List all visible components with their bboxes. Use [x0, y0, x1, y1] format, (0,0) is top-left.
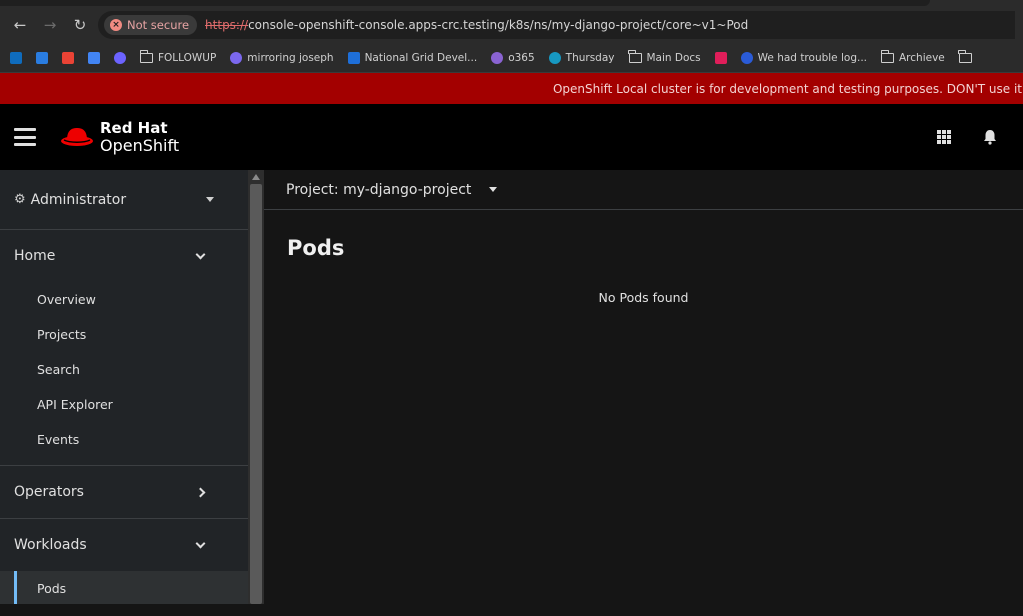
perspective-label: Administrator: [30, 191, 127, 208]
browser-tabstrip: [0, 0, 1023, 6]
salesforce-icon: [548, 52, 561, 64]
folder-icon: [958, 50, 972, 63]
bookmark-archieve[interactable]: Archieve: [875, 49, 951, 67]
azure-devops-icon: [347, 52, 360, 64]
sidebar-item-api-explorer[interactable]: API Explorer: [0, 387, 248, 422]
address-bar[interactable]: × Not secure https://console-openshift-c…: [98, 11, 1015, 39]
hamburger-menu-icon[interactable]: [14, 128, 36, 146]
sidebar-item-pods[interactable]: Pods: [0, 571, 248, 604]
project-selector[interactable]: Project: my-django-project: [264, 170, 1023, 210]
teams-icon: [36, 52, 48, 64]
banner-text: OpenShift Local cluster is for developme…: [552, 81, 1022, 96]
dev-cluster-banner: OpenShift Local cluster is for developme…: [0, 73, 1023, 104]
bookmarks-bar: FOLLOWUP mirroring joseph National Grid …: [0, 44, 1023, 73]
bookmark-calendar[interactable]: [82, 49, 106, 67]
nav-section-label: Operators: [14, 484, 84, 500]
gmail-icon: [62, 52, 74, 64]
slack-icon: [714, 52, 727, 64]
caret-down-icon: [489, 187, 498, 192]
o365-icon: [491, 52, 504, 64]
teams-icon: [230, 52, 243, 64]
sidebar-scrollbar[interactable]: [248, 170, 264, 604]
bookmark-mirroring-joseph[interactable]: mirroring joseph: [224, 49, 339, 67]
nav-section-label: Home: [14, 248, 56, 264]
nav-section-toggle-operators[interactable]: Operators: [0, 466, 248, 518]
brand-name: Red Hat: [100, 119, 168, 137]
chevron-down-icon: [195, 538, 206, 548]
bookmark-gmail[interactable]: [56, 49, 80, 67]
bookmark-followup[interactable]: FOLLOWUP: [134, 49, 222, 67]
scrollbar-thumb[interactable]: [250, 184, 262, 604]
openshift-logo[interactable]: Red Hat OpenShift: [60, 120, 179, 154]
nav-section-workloads: Workloads Pods: [0, 519, 248, 604]
bookmark-label: o365: [508, 52, 535, 64]
chevron-down-icon: [195, 249, 206, 259]
back-arrow-icon[interactable]: ←: [8, 13, 32, 37]
bookmark-label: Main Docs: [646, 52, 701, 64]
security-indicator[interactable]: × Not secure: [104, 15, 198, 35]
url-path: console-openshift-console.apps-crc.testi…: [248, 18, 749, 32]
calendar-icon: [88, 52, 100, 64]
bookmark-national-grid[interactable]: National Grid Devel...: [342, 49, 484, 67]
caret-down-icon: [206, 197, 214, 202]
bookmark-folder-overflow[interactable]: [953, 50, 978, 66]
cogs-icon: ⚙: [14, 192, 26, 207]
page-title: Pods: [287, 236, 345, 260]
sidebar-item-search[interactable]: Search: [0, 352, 248, 387]
chevron-right-icon: [195, 487, 206, 497]
bookmark-label: Thursday: [565, 52, 615, 64]
bookmark-main-docs[interactable]: Main Docs: [623, 49, 707, 67]
bell-icon[interactable]: [983, 129, 997, 145]
bookmark-slack[interactable]: [709, 49, 733, 67]
app-icon: [114, 52, 126, 64]
app-launcher-icon[interactable]: [937, 130, 951, 144]
bookmark-trouble-log[interactable]: We had trouble log...: [735, 49, 873, 67]
bookmark-label: We had trouble log...: [757, 52, 867, 64]
bookmark-teams[interactable]: [30, 49, 54, 67]
url-scheme: https://: [205, 18, 249, 32]
scroll-up-arrow-icon[interactable]: [252, 174, 260, 180]
bookmark-label: National Grid Devel...: [364, 52, 478, 64]
bookmark-label: mirroring joseph: [247, 52, 334, 64]
perspective-switcher[interactable]: ⚙ Administrator: [0, 170, 248, 230]
outlook-icon: [10, 52, 22, 64]
redhat-hat-icon: [61, 128, 93, 146]
project-label: Project: my-django-project: [286, 181, 472, 198]
folder-icon: [880, 50, 894, 63]
bookmark-icon: [740, 52, 753, 64]
product-name: OpenShift: [100, 136, 180, 155]
bookmark-o365[interactable]: o365: [485, 49, 540, 67]
bookmark-thursday[interactable]: Thursday: [543, 49, 621, 67]
nav-section-toggle-home[interactable]: Home: [0, 230, 248, 282]
security-label: Not secure: [127, 18, 190, 32]
folder-icon: [628, 50, 642, 63]
bookmark-app[interactable]: [108, 49, 132, 67]
bookmark-label: Archieve: [899, 52, 945, 64]
sidebar-item-events[interactable]: Events: [0, 422, 248, 457]
masthead: Red Hat OpenShift: [0, 104, 1023, 170]
reload-icon[interactable]: ↻: [68, 13, 92, 37]
main-content: Project: my-django-project Pods No Pods …: [264, 170, 1023, 604]
nav-section-home: Home Overview Projects Search API Explor…: [0, 230, 248, 466]
sidebar-item-overview[interactable]: Overview: [0, 282, 248, 317]
url-text[interactable]: https://console-openshift-console.apps-c…: [205, 18, 748, 32]
nav-section-label: Workloads: [14, 537, 87, 553]
folder-icon: [139, 50, 153, 63]
empty-state-message: No Pods found: [598, 290, 689, 305]
browser-toolbar: ← → ↻ × Not secure https://console-opens…: [0, 6, 1023, 44]
page-layout: ⚙ Administrator Home Overview Projects S…: [0, 170, 1023, 604]
active-tab-edge: [0, 0, 930, 6]
nav-section-operators: Operators: [0, 466, 248, 519]
bookmark-outlook[interactable]: [4, 49, 28, 67]
nav-section-toggle-workloads[interactable]: Workloads: [0, 519, 248, 571]
sidebar-item-projects[interactable]: Projects: [0, 317, 248, 352]
bookmark-label: FOLLOWUP: [158, 52, 217, 64]
warning-x-icon: ×: [110, 19, 122, 31]
forward-arrow-icon[interactable]: →: [38, 13, 62, 37]
sidebar-nav: ⚙ Administrator Home Overview Projects S…: [0, 170, 248, 604]
